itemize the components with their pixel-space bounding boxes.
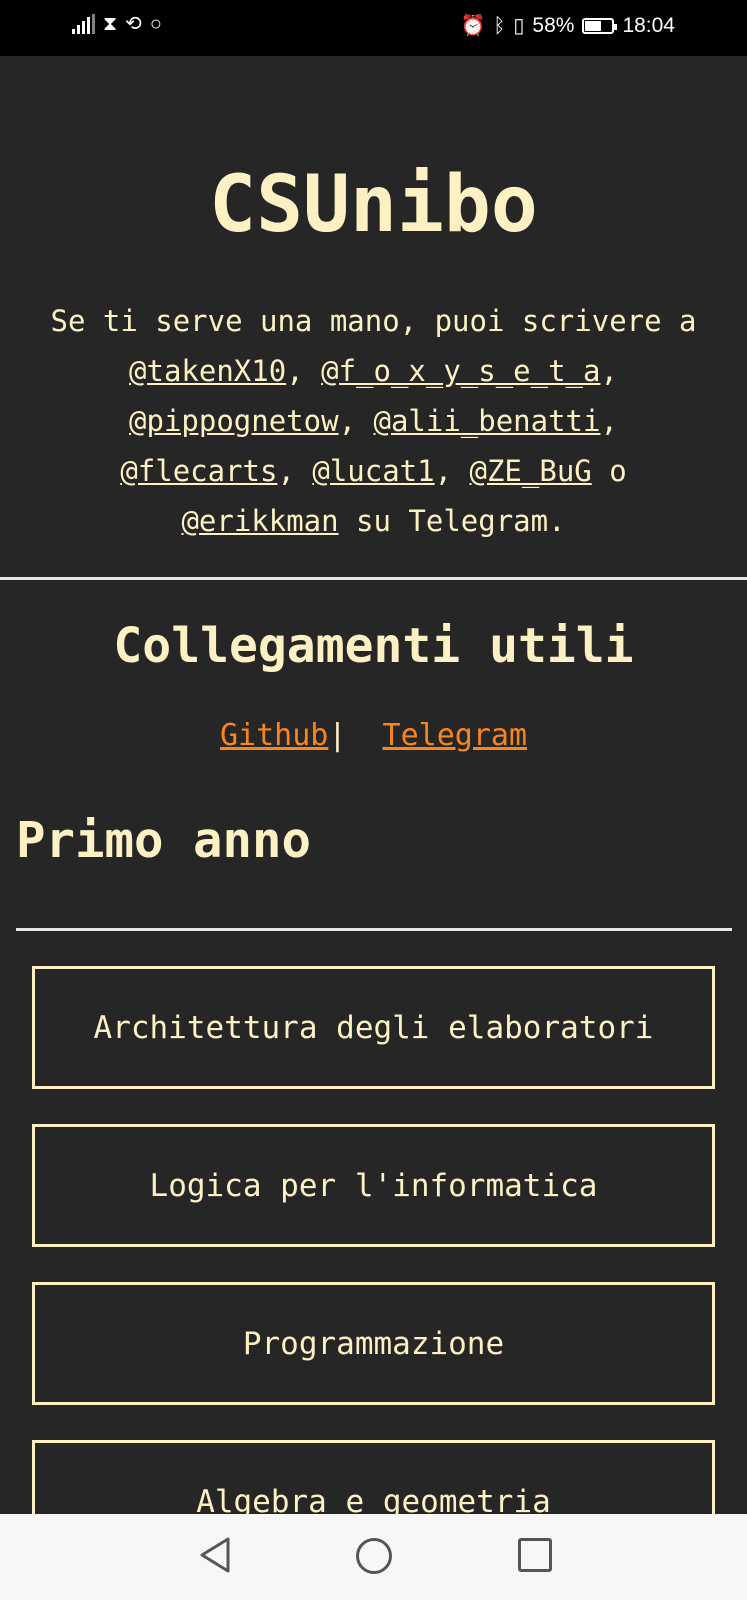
recent-apps-icon[interactable] [518, 1538, 552, 1572]
battery-fill [585, 21, 601, 31]
intro-suffix: su Telegram. [356, 504, 566, 538]
intro-prefix: Se ti serve una mano, puoi scrivere a [50, 304, 697, 338]
handle-link-3[interactable]: @pippognetow [129, 404, 339, 438]
signal-icon [72, 14, 95, 34]
handle-link-8[interactable]: @erikkman [181, 504, 338, 538]
intro-text: Se ti serve una mano, puoi scrivere a @t… [50, 304, 697, 538]
handle-link-7[interactable]: @ZE_BuG [470, 454, 592, 488]
status-bar: ⧗ ⟲ ○ ⏰ ᛒ ▯ 58% 18:04 [0, 0, 747, 56]
useful-links-title: Collegamenti utili [113, 618, 634, 674]
bluetooth-icon: ᛒ [493, 15, 506, 37]
handle-link-1[interactable]: @takenX10 [129, 354, 286, 388]
intro-conjunction: o [609, 454, 627, 488]
hourglass-icon: ⧗ [103, 13, 118, 35]
status-left-icons: ⧗ ⟲ ○ [72, 14, 162, 34]
alarm-icon: ⏰ [460, 15, 486, 37]
handle-link-4[interactable]: @alii_benatti [373, 404, 600, 438]
clock: 18:04 [622, 14, 675, 37]
battery-percent: 58% [532, 14, 575, 37]
vibrate-icon: ▯ [513, 15, 525, 37]
handle-link-2[interactable]: @f_o_x_y_s_e_t_a [321, 354, 600, 388]
handle-link-6[interactable]: @lucat1 [312, 454, 434, 488]
sync-icon: ⟲ [125, 13, 142, 35]
year-divider [16, 928, 732, 931]
system-navigation-bar [0, 1514, 747, 1600]
github-link[interactable]: Github [220, 718, 328, 753]
header-divider [0, 577, 747, 580]
handle-link-5[interactable]: @flecarts [120, 454, 277, 488]
telegram-link[interactable]: Telegram [383, 718, 528, 753]
links-separator: | [328, 718, 347, 753]
year-title: Primo anno [16, 812, 312, 869]
circle-notification-icon: ○ [149, 13, 162, 35]
course-button-logica[interactable]: Logica per l'informatica [32, 1124, 715, 1247]
page-title: CSUnibo [209, 160, 538, 250]
back-icon[interactable] [198, 1536, 232, 1574]
home-icon[interactable] [356, 1538, 392, 1574]
course-button-programmazione[interactable]: Programmazione [32, 1282, 715, 1405]
course-button-architettura[interactable]: Architettura degli elaboratori [32, 966, 715, 1089]
status-right-icons: ⏰ ᛒ ▯ 58% 18:04 [460, 14, 675, 38]
useful-links: Github| Telegram [0, 718, 747, 753]
battery-icon [582, 18, 618, 34]
